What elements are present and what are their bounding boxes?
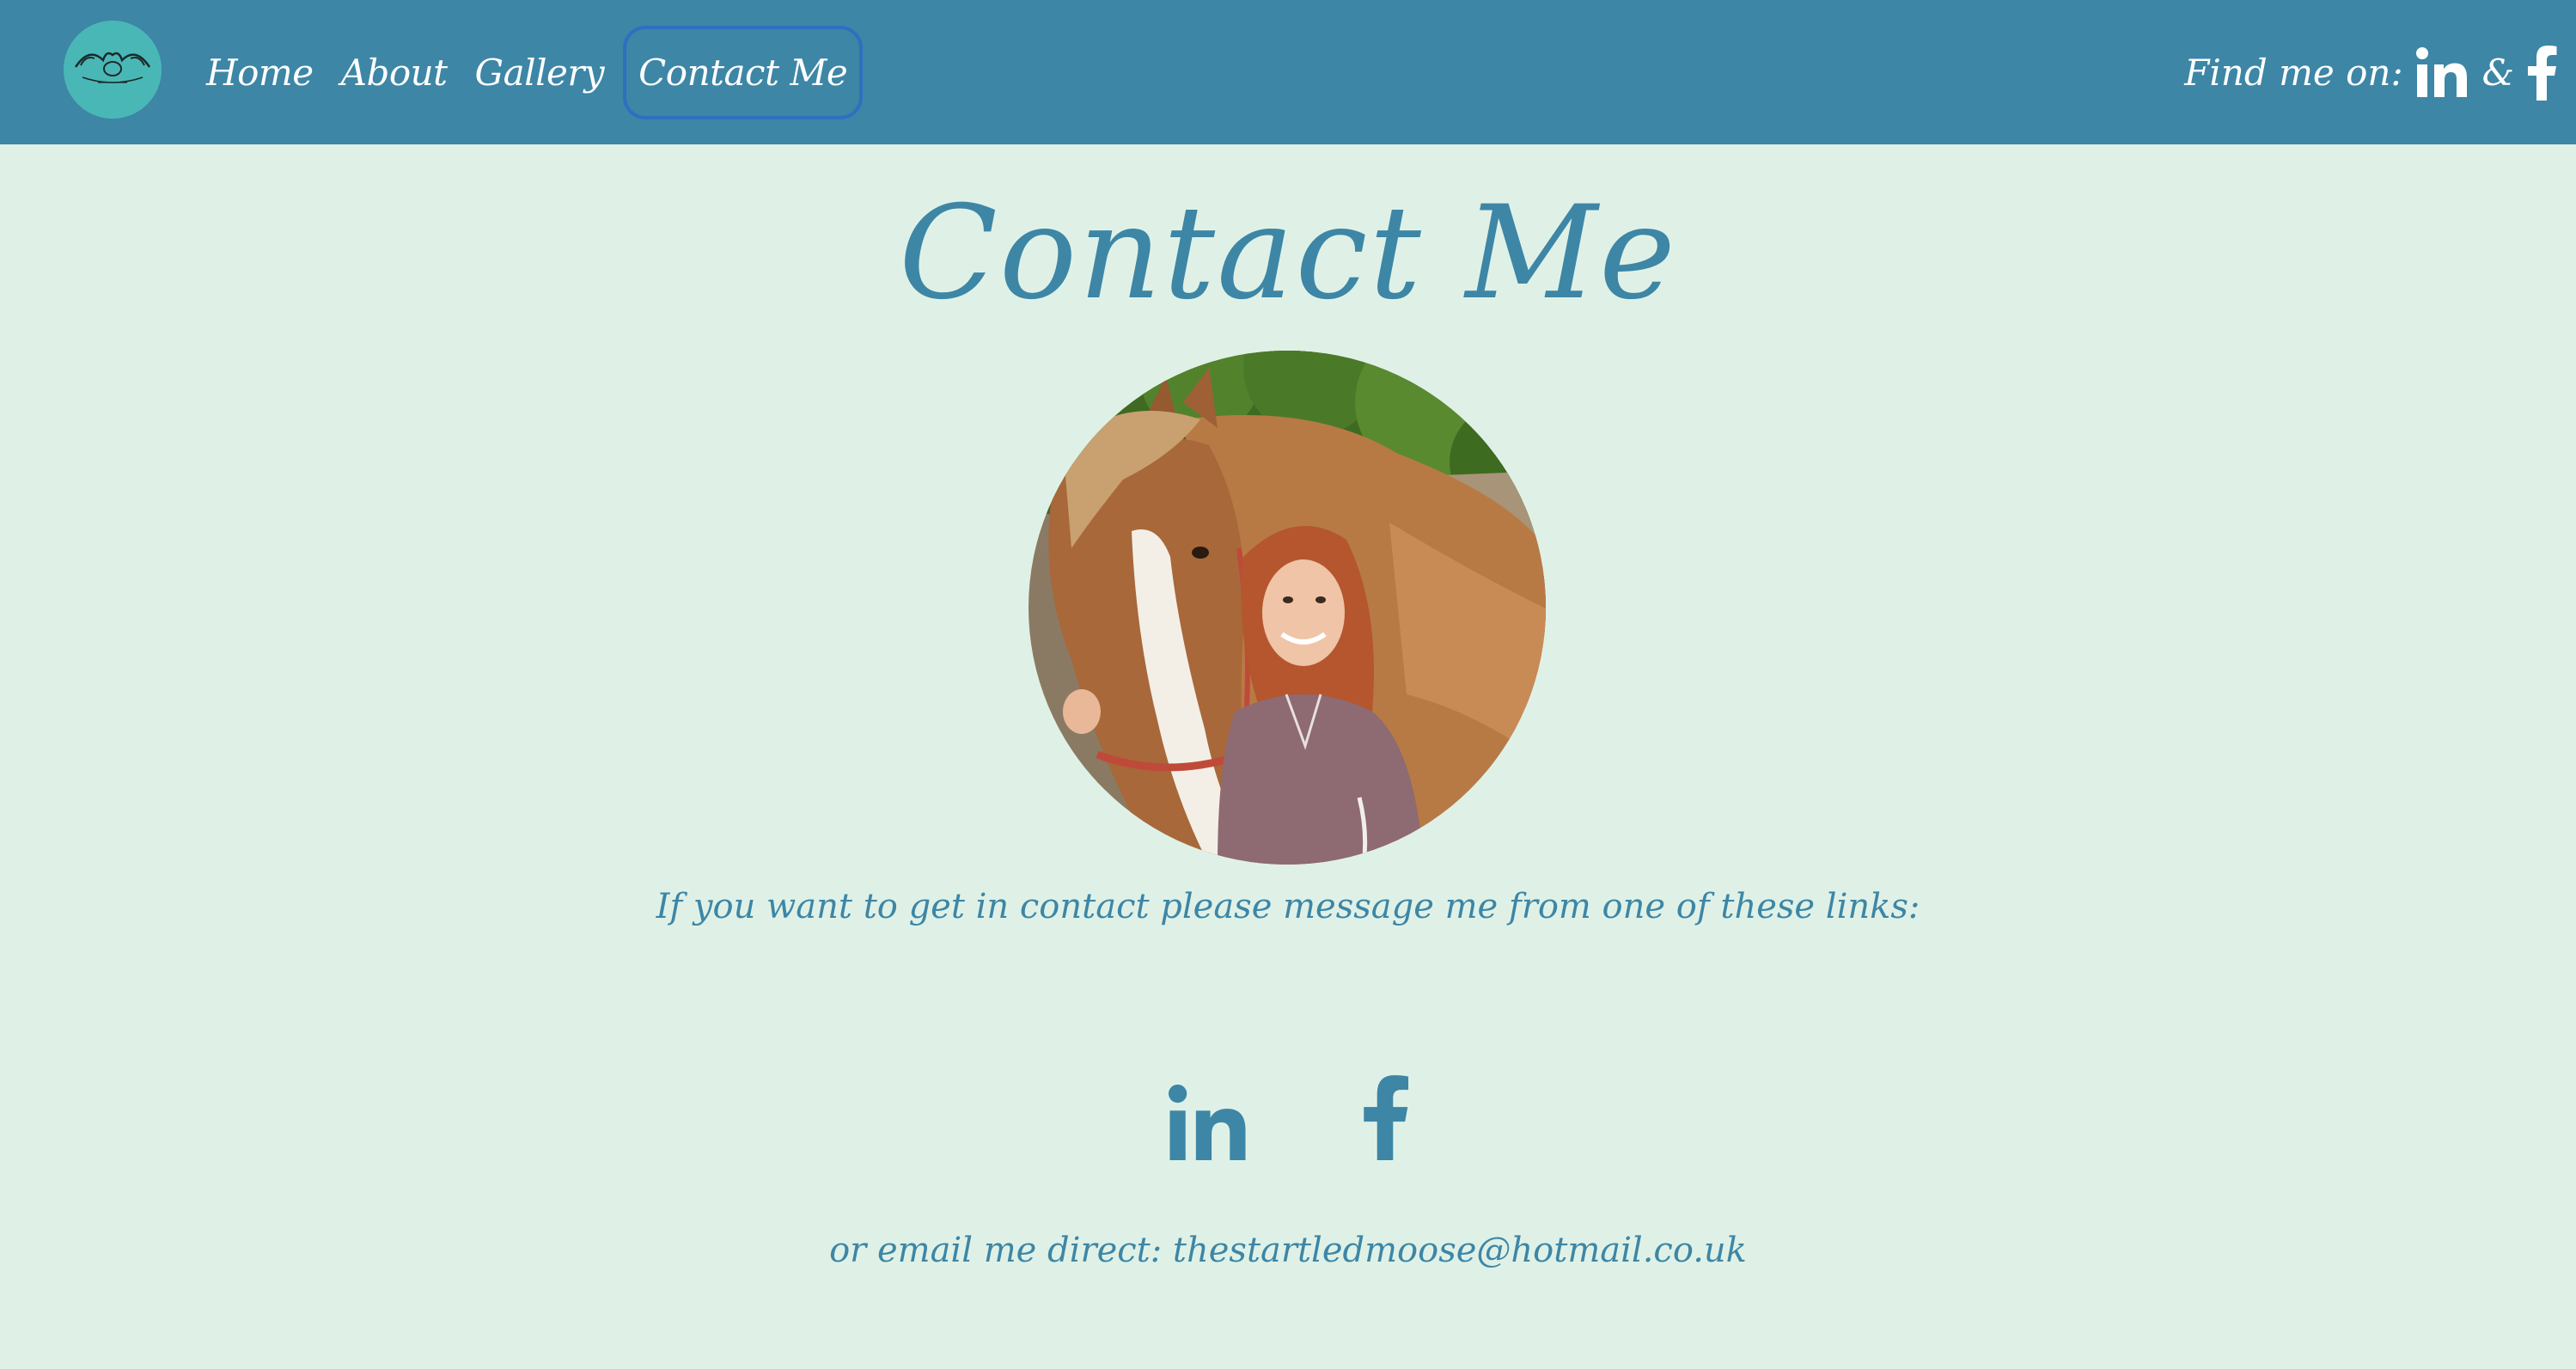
find-me-section: Find me on: & [2184, 0, 2557, 144]
nav-contact-link[interactable]: Contact Me [623, 25, 864, 119]
facebook-icon[interactable] [2526, 44, 2557, 101]
navbar: Home About Gallery Contact Me Find me on… [0, 0, 2576, 144]
nav-gallery-link[interactable]: Gallery [463, 43, 617, 102]
moose-logo-icon [64, 21, 162, 119]
contact-instruction-text: If you want to get in contact please mes… [656, 887, 1920, 926]
nav-about-link[interactable]: About [329, 43, 460, 102]
nav-links: Home About Gallery Contact Me [194, 0, 866, 144]
linkedin-icon[interactable] [1167, 1085, 1246, 1160]
linkedin-icon[interactable] [2415, 47, 2467, 97]
logo[interactable] [64, 21, 162, 119]
email-contact-text[interactable]: or email me direct: thestartledmoose@hot… [0, 1231, 2576, 1270]
find-me-label: Find me on: [2184, 51, 2403, 94]
page-title: Contact Me [899, 179, 1677, 328]
profile-photo [1029, 351, 1546, 865]
contact-social-links [0, 1073, 2576, 1160]
facebook-icon[interactable] [1361, 1073, 1409, 1160]
ampersand: & [2481, 51, 2514, 94]
horse-and-person-photo [1029, 351, 1546, 865]
nav-home-link[interactable]: Home [194, 43, 326, 102]
